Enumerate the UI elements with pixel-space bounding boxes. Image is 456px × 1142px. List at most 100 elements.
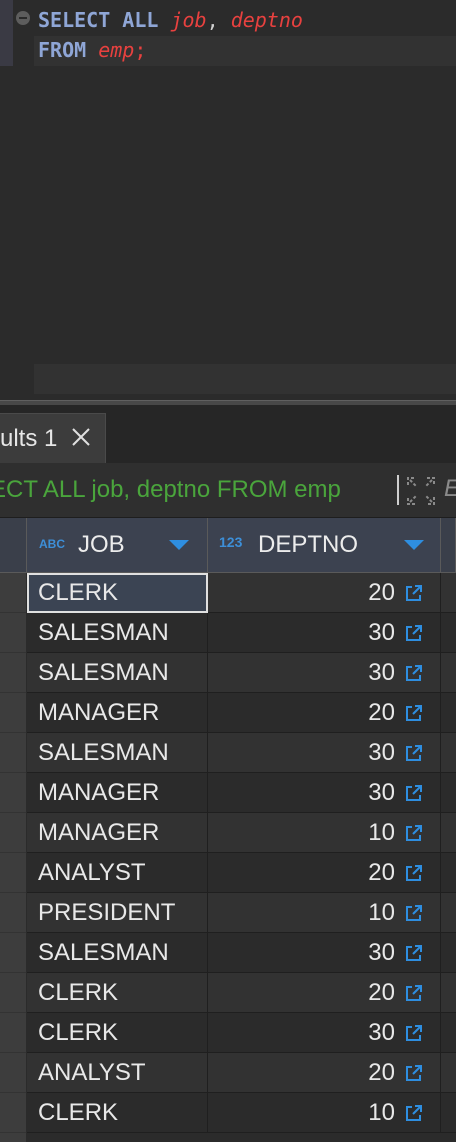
row-number-cell[interactable]	[0, 933, 26, 973]
filter-divider	[397, 475, 399, 505]
cell-deptno[interactable]: 30	[208, 773, 441, 813]
query-filter-text[interactable]: ECT ALL job, deptno FROM emp	[0, 463, 388, 517]
collapse-icon[interactable]	[16, 11, 30, 25]
cell-job[interactable]: CLERK	[27, 573, 208, 613]
cell-deptno[interactable]: 30	[208, 1013, 441, 1053]
table-row[interactable]: SALESMAN 30	[0, 653, 456, 693]
cell-deptno[interactable]: 30	[208, 613, 441, 653]
results-grid[interactable]: ABC JOB 123 DEPTNO CLERK 20 SALESMAN 30 SALE…	[0, 518, 456, 1142]
cell-filler	[441, 733, 456, 773]
cell-filler	[441, 653, 456, 693]
table-row[interactable]: CLERK 20	[0, 573, 456, 613]
cell-deptno[interactable]: 30	[208, 933, 441, 973]
code-line-1[interactable]: SELECT ALL job, deptno	[38, 5, 303, 35]
external-link-icon[interactable]	[404, 983, 424, 1003]
cell-deptno[interactable]: 30	[208, 653, 441, 693]
row-number-cell[interactable]	[0, 1093, 26, 1133]
cell-filler	[441, 1053, 456, 1093]
table-row[interactable]: SALESMAN 30	[0, 733, 456, 773]
row-number-cell[interactable]	[0, 573, 26, 613]
external-link-icon[interactable]	[404, 703, 424, 723]
sql-editor[interactable]: SELECT ALL job, deptno FROM emp;	[0, 0, 456, 400]
header-corner[interactable]	[0, 518, 27, 573]
tab-results-1[interactable]: ults 1	[0, 413, 106, 463]
row-number-cell[interactable]	[0, 1013, 26, 1053]
cell-job[interactable]: CLERK	[27, 1093, 208, 1133]
external-link-icon[interactable]	[404, 783, 424, 803]
table-row[interactable]: CLERK 20	[0, 973, 456, 1013]
cell-filler	[441, 973, 456, 1013]
external-link-icon[interactable]	[404, 1063, 424, 1083]
cell-deptno[interactable]: 20	[208, 1053, 441, 1093]
results-tab-label: ults 1	[0, 425, 58, 452]
editor-horizontal-scrollbar[interactable]	[34, 364, 456, 394]
cell-job[interactable]: CLERK	[27, 973, 208, 1013]
cell-job[interactable]: SALESMAN	[27, 613, 208, 653]
grid-header: ABC JOB 123 DEPTNO	[0, 518, 456, 573]
external-link-icon[interactable]	[404, 943, 424, 963]
column-header-deptno[interactable]: 123 DEPTNO	[208, 518, 441, 573]
row-number-cell[interactable]	[0, 733, 26, 773]
cell-job[interactable]: SALESMAN	[27, 733, 208, 773]
close-icon[interactable]	[70, 426, 92, 448]
table-row[interactable]: CLERK 10	[0, 1093, 456, 1133]
external-link-icon[interactable]	[404, 583, 424, 603]
external-link-icon[interactable]	[404, 663, 424, 683]
external-link-icon[interactable]	[404, 823, 424, 843]
external-link-icon[interactable]	[404, 1023, 424, 1043]
table-row[interactable]: ANALYST 20	[0, 1053, 456, 1093]
cell-deptno[interactable]: 20	[208, 853, 441, 893]
column-label-deptno: DEPTNO	[258, 531, 359, 558]
identifier-job: job	[170, 8, 207, 32]
cell-job[interactable]: MANAGER	[27, 693, 208, 733]
filter-extra-label[interactable]: E	[444, 475, 456, 503]
expand-icon[interactable]	[405, 475, 437, 507]
cell-deptno[interactable]: 10	[208, 813, 441, 853]
cell-deptno-value: 30	[368, 659, 395, 686]
table-row[interactable]: SALESMAN 30	[0, 613, 456, 653]
cell-job[interactable]: PRESIDENT	[27, 893, 208, 933]
chevron-down-icon[interactable]	[169, 540, 189, 550]
table-row[interactable]: CLERK 30	[0, 1013, 456, 1053]
row-number-cell[interactable]	[0, 813, 26, 853]
cell-deptno[interactable]: 30	[208, 733, 441, 773]
cell-deptno-value: 10	[368, 899, 395, 926]
row-number-cell[interactable]	[0, 773, 26, 813]
row-number-cell[interactable]	[0, 1053, 26, 1093]
cell-job[interactable]: ANALYST	[27, 853, 208, 893]
external-link-icon[interactable]	[404, 903, 424, 923]
cell-job[interactable]: ANALYST	[27, 1053, 208, 1093]
cell-filler	[441, 893, 456, 933]
grid-rows: CLERK 20 SALESMAN 30 SALESMAN 30 MANAGER 20 SALE…	[0, 573, 456, 1133]
cell-deptno[interactable]: 10	[208, 893, 441, 933]
row-number-cell[interactable]	[0, 693, 26, 733]
row-number-cell[interactable]	[0, 613, 26, 653]
cell-job[interactable]: MANAGER	[27, 773, 208, 813]
row-number-cell[interactable]	[0, 893, 26, 933]
cell-job[interactable]: SALESMAN	[27, 933, 208, 973]
chevron-down-icon[interactable]	[404, 540, 424, 550]
external-link-icon[interactable]	[404, 863, 424, 883]
cell-job[interactable]: CLERK	[27, 1013, 208, 1053]
table-row[interactable]: PRESIDENT 10	[0, 893, 456, 933]
row-number-cell[interactable]	[0, 653, 26, 693]
table-row[interactable]: MANAGER 30	[0, 773, 456, 813]
table-row[interactable]: SALESMAN 30	[0, 933, 456, 973]
row-number-cell[interactable]	[0, 973, 26, 1013]
external-link-icon[interactable]	[404, 1103, 424, 1123]
external-link-icon[interactable]	[404, 743, 424, 763]
external-link-icon[interactable]	[404, 623, 424, 643]
table-row[interactable]: MANAGER 20	[0, 693, 456, 733]
table-row[interactable]: ANALYST 20	[0, 853, 456, 893]
code-line-2[interactable]: FROM emp;	[38, 35, 146, 65]
column-header-job[interactable]: ABC JOB	[27, 518, 208, 573]
row-number-cell[interactable]	[0, 853, 26, 893]
cell-job[interactable]: MANAGER	[27, 813, 208, 853]
cell-deptno[interactable]: 20	[208, 973, 441, 1013]
keyword-from: FROM	[38, 38, 87, 62]
cell-job[interactable]: SALESMAN	[27, 653, 208, 693]
table-row[interactable]: MANAGER 10	[0, 813, 456, 853]
cell-deptno[interactable]: 10	[208, 1093, 441, 1133]
cell-deptno[interactable]: 20	[208, 573, 441, 613]
cell-deptno[interactable]: 20	[208, 693, 441, 733]
